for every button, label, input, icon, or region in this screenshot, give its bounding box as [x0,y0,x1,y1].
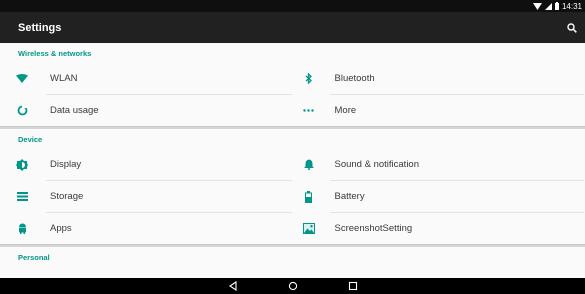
setting-more[interactable]: More [293,95,585,126]
setting-screenshot[interactable]: ScreenshotSetting [293,213,585,244]
bell-icon [303,159,315,171]
recents-icon[interactable] [346,280,360,292]
setting-storage[interactable]: Storage [0,181,293,212]
section-personal: Personal [0,247,585,267]
image-icon [302,223,315,235]
status-time: 14:31 [561,1,582,11]
setting-bluetooth[interactable]: Bluetooth [293,63,585,94]
setting-wlan[interactable]: WLAN [0,63,293,94]
setting-apps[interactable]: Apps [0,213,293,244]
section-header-personal: Personal [18,252,50,262]
setting-display-label: Display [50,159,82,170]
more-dots-icon [303,105,315,117]
setting-sound-label: Sound & notification [334,159,420,170]
wifi-icon [16,73,28,85]
battery-icon [303,190,315,203]
setting-wlan-label: WLAN [50,73,78,84]
navigation-bar [0,278,585,294]
setting-display[interactable]: Display [0,149,293,180]
setting-screenshot-label: ScreenshotSetting [334,223,413,234]
bluetooth-icon [303,73,315,85]
android-icon [16,223,28,235]
home-icon[interactable] [286,280,300,292]
setting-more-label: More [334,105,357,116]
section-wireless: Wireless & networks WLAN Bluetooth Data … [0,43,585,126]
section-header-wireless: Wireless & networks [18,48,92,58]
setting-sound[interactable]: Sound & notification [293,149,585,180]
page-title: Settings [18,21,62,34]
setting-data-usage-label: Data usage [50,105,99,116]
battery-status-icon [554,2,559,10]
setting-battery[interactable]: Battery [293,181,585,212]
back-icon[interactable] [226,280,240,292]
setting-storage-label: Storage [50,191,84,202]
setting-battery-label: Battery [334,191,365,202]
section-header-device: Device [18,134,43,144]
status-bar: 14:31 [0,0,585,12]
settings-list: Wireless & networks WLAN Bluetooth Data … [0,43,585,278]
search-icon[interactable] [565,21,579,35]
storage-icon [16,191,28,203]
data-usage-icon [16,105,28,117]
setting-bluetooth-label: Bluetooth [334,73,375,84]
setting-data-usage[interactable]: Data usage [0,95,293,126]
setting-apps-label: Apps [50,223,72,234]
wifi-status-icon [532,2,542,10]
section-device: Device Display Sound & notification Stor… [0,129,585,244]
signal-status-icon [544,2,552,10]
app-bar: Settings [0,12,585,43]
brightness-icon [16,158,28,171]
